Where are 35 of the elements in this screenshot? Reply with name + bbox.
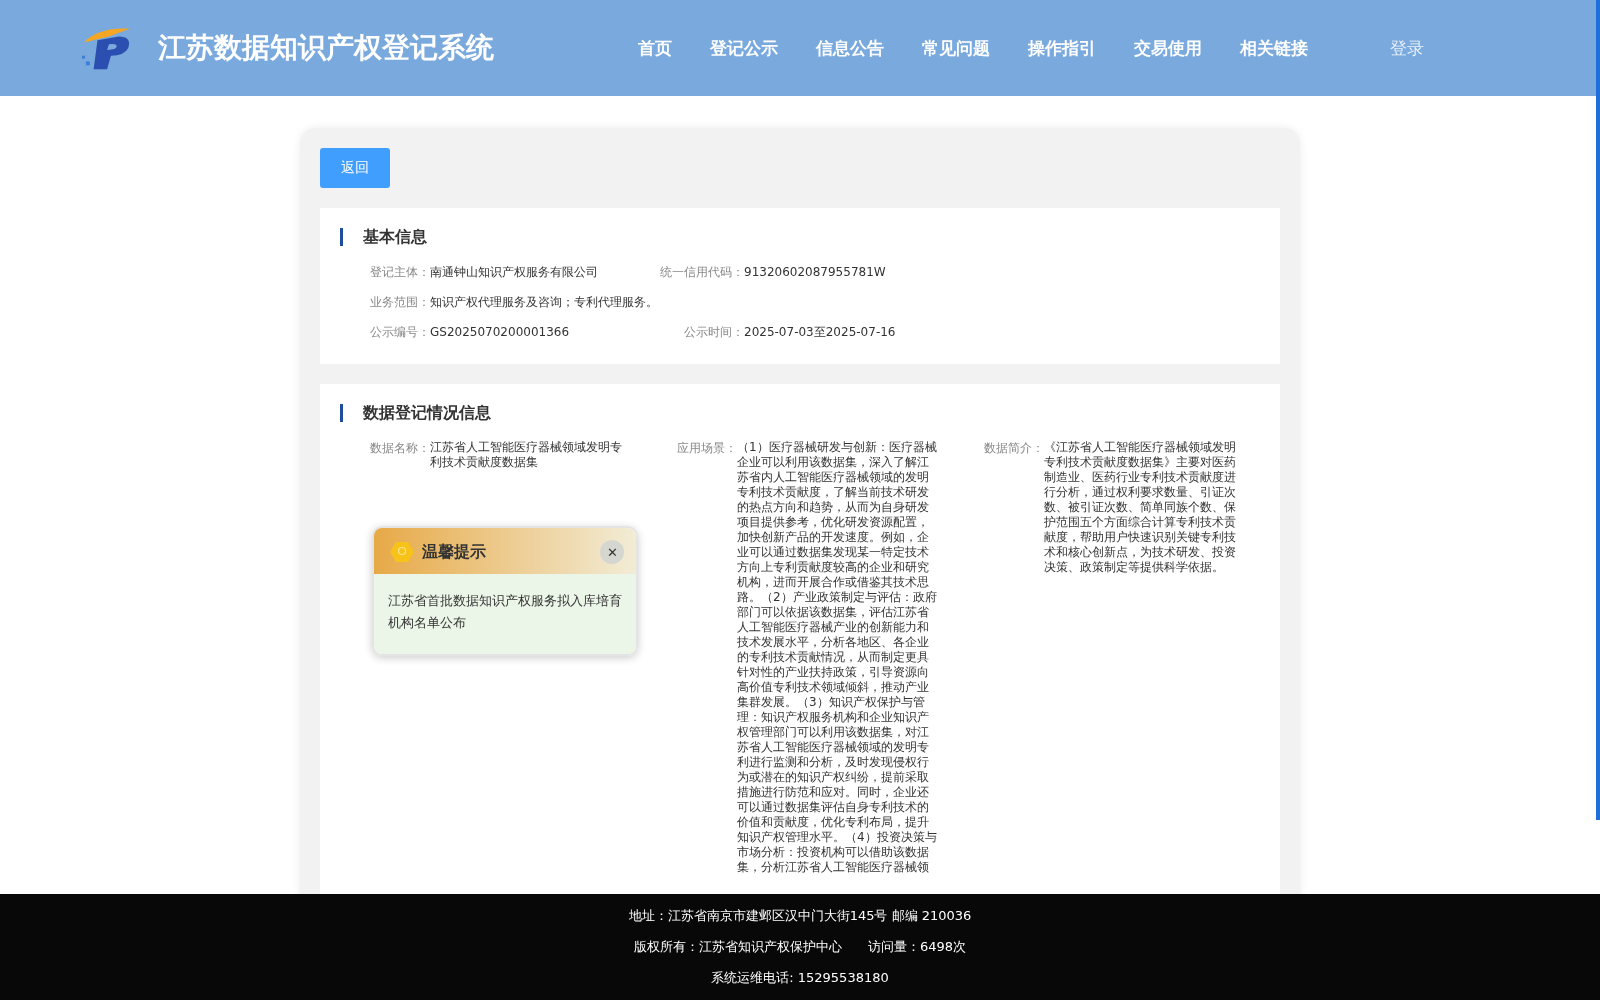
field-value: （1）医疗器械研发与创新：医疗器械企业可以利用该数据集，深入了解江苏省内人工智能医疗器械领域的发明专利技术贡献度，了解当前技术研发的热点方向和趋势，从而为自身研发项目提供参考，优化研发资源配置，加快创新产品的开发速度。例如，企业可以通过数据集发现某一特定技术方向上专利贡献度较高的企业和研究机构，进而开展合作或借鉴其技术思路。（2）产业政策制定与评估：政府部门可以依据该数据集，评估江苏省人工智能医疗器械产业的创新能力和技术发展水平，分析各地区、各企业的专利技术贡献情况，从而制定更具针对性的产业扶持政策，引导资源向高价值专利技术领域倾斜，推动产业集群发展。（3）知识产权保护与管理：知识产权服务机构和企业知识产权管理部门可以利用该数据集，对江苏省人工智能医疗器械领域的发明专利进行监测和分析，及时发现侵权行为或潜在的知识产权纠纷，提前采取措施进行防范和应对。同时，企业还可以通过数据集评估自身专利技术的价值和贡献度，优化专利布局，提升知识产权管理水平。（4）投资决策与市场分析：投资机构可以借助该数据集，分析江苏省人工智能医疗器械领 xyxy=(737,440,937,875)
site-title: 江苏数据知识产权登记系统 xyxy=(158,30,494,66)
field-value: 江苏省人工智能医疗器械领域发明专利技术贡献度数据集 xyxy=(430,440,623,470)
scrollbar[interactable] xyxy=(1596,0,1600,820)
nav-link[interactable]: 信息公告 xyxy=(808,36,892,60)
nav-link[interactable]: 登记公示 xyxy=(702,36,786,60)
field-label: 公示编号： xyxy=(370,324,430,340)
field-value: 知识产权代理服务及咨询；专利代理服务。 xyxy=(430,294,658,310)
section-title: 数据登记情况信息 xyxy=(340,404,1260,422)
close-button[interactable]: ✕ xyxy=(600,540,624,564)
field-label: 登记主体： xyxy=(370,264,430,280)
footer-text: 版权所有：江苏省知识产权保护中心 访问量：6498次 xyxy=(633,938,967,956)
nav-link[interactable]: 相关链接 xyxy=(1232,36,1316,60)
footer-text: 系统运维电话: 15295538180 xyxy=(711,969,889,987)
nav-link[interactable]: 交易使用 xyxy=(1126,36,1210,60)
field-value: 《江苏省人工智能医疗器械领域发明专利技术贡献度数据集》主要对医药制造业、医药行业专利技术贡献度进行分析，通过权利要求数量、引证次数、被引证次数、简单同族个数、保护范围五个方面综合计算专利技术贡献度，帮助用户快速识别关键专利技术和核心创新点，为技术研发、投资决策、政策制定等提供科学依据。 xyxy=(1044,440,1237,575)
back-button[interactable]: 返回 xyxy=(320,148,390,188)
field-value: GS2025070200001366 xyxy=(430,324,570,340)
field-label: 数据名称： xyxy=(370,440,430,457)
nav-link[interactable]: 常见问题 xyxy=(914,36,998,60)
field-label: 统一信用代码： xyxy=(660,264,744,280)
field-label: 应用场景： xyxy=(677,440,737,457)
notice-title: 温馨提示 xyxy=(422,541,487,563)
field-label: 业务范围： xyxy=(370,294,430,310)
field-label: 数据简介： xyxy=(984,440,1044,457)
field-value: 2025-07-03至2025-07-16 xyxy=(744,324,896,340)
footer-text: 地址：江苏省南京市建邺区汉中门大街145号 邮编 210036 xyxy=(628,907,972,925)
nav-link[interactable]: 首页 xyxy=(630,36,680,60)
field-value: 南通钟山知识产权服务有限公司 xyxy=(430,264,598,280)
nav-link[interactable]: 操作指引 xyxy=(1020,36,1104,60)
lightbulb-icon xyxy=(390,541,414,563)
login-link[interactable]: 登录 xyxy=(1390,36,1424,60)
section-title: 基本信息 xyxy=(340,228,1260,246)
field-label: 公示时间： xyxy=(684,324,744,340)
field-value: 91320602087955781W xyxy=(744,264,886,280)
